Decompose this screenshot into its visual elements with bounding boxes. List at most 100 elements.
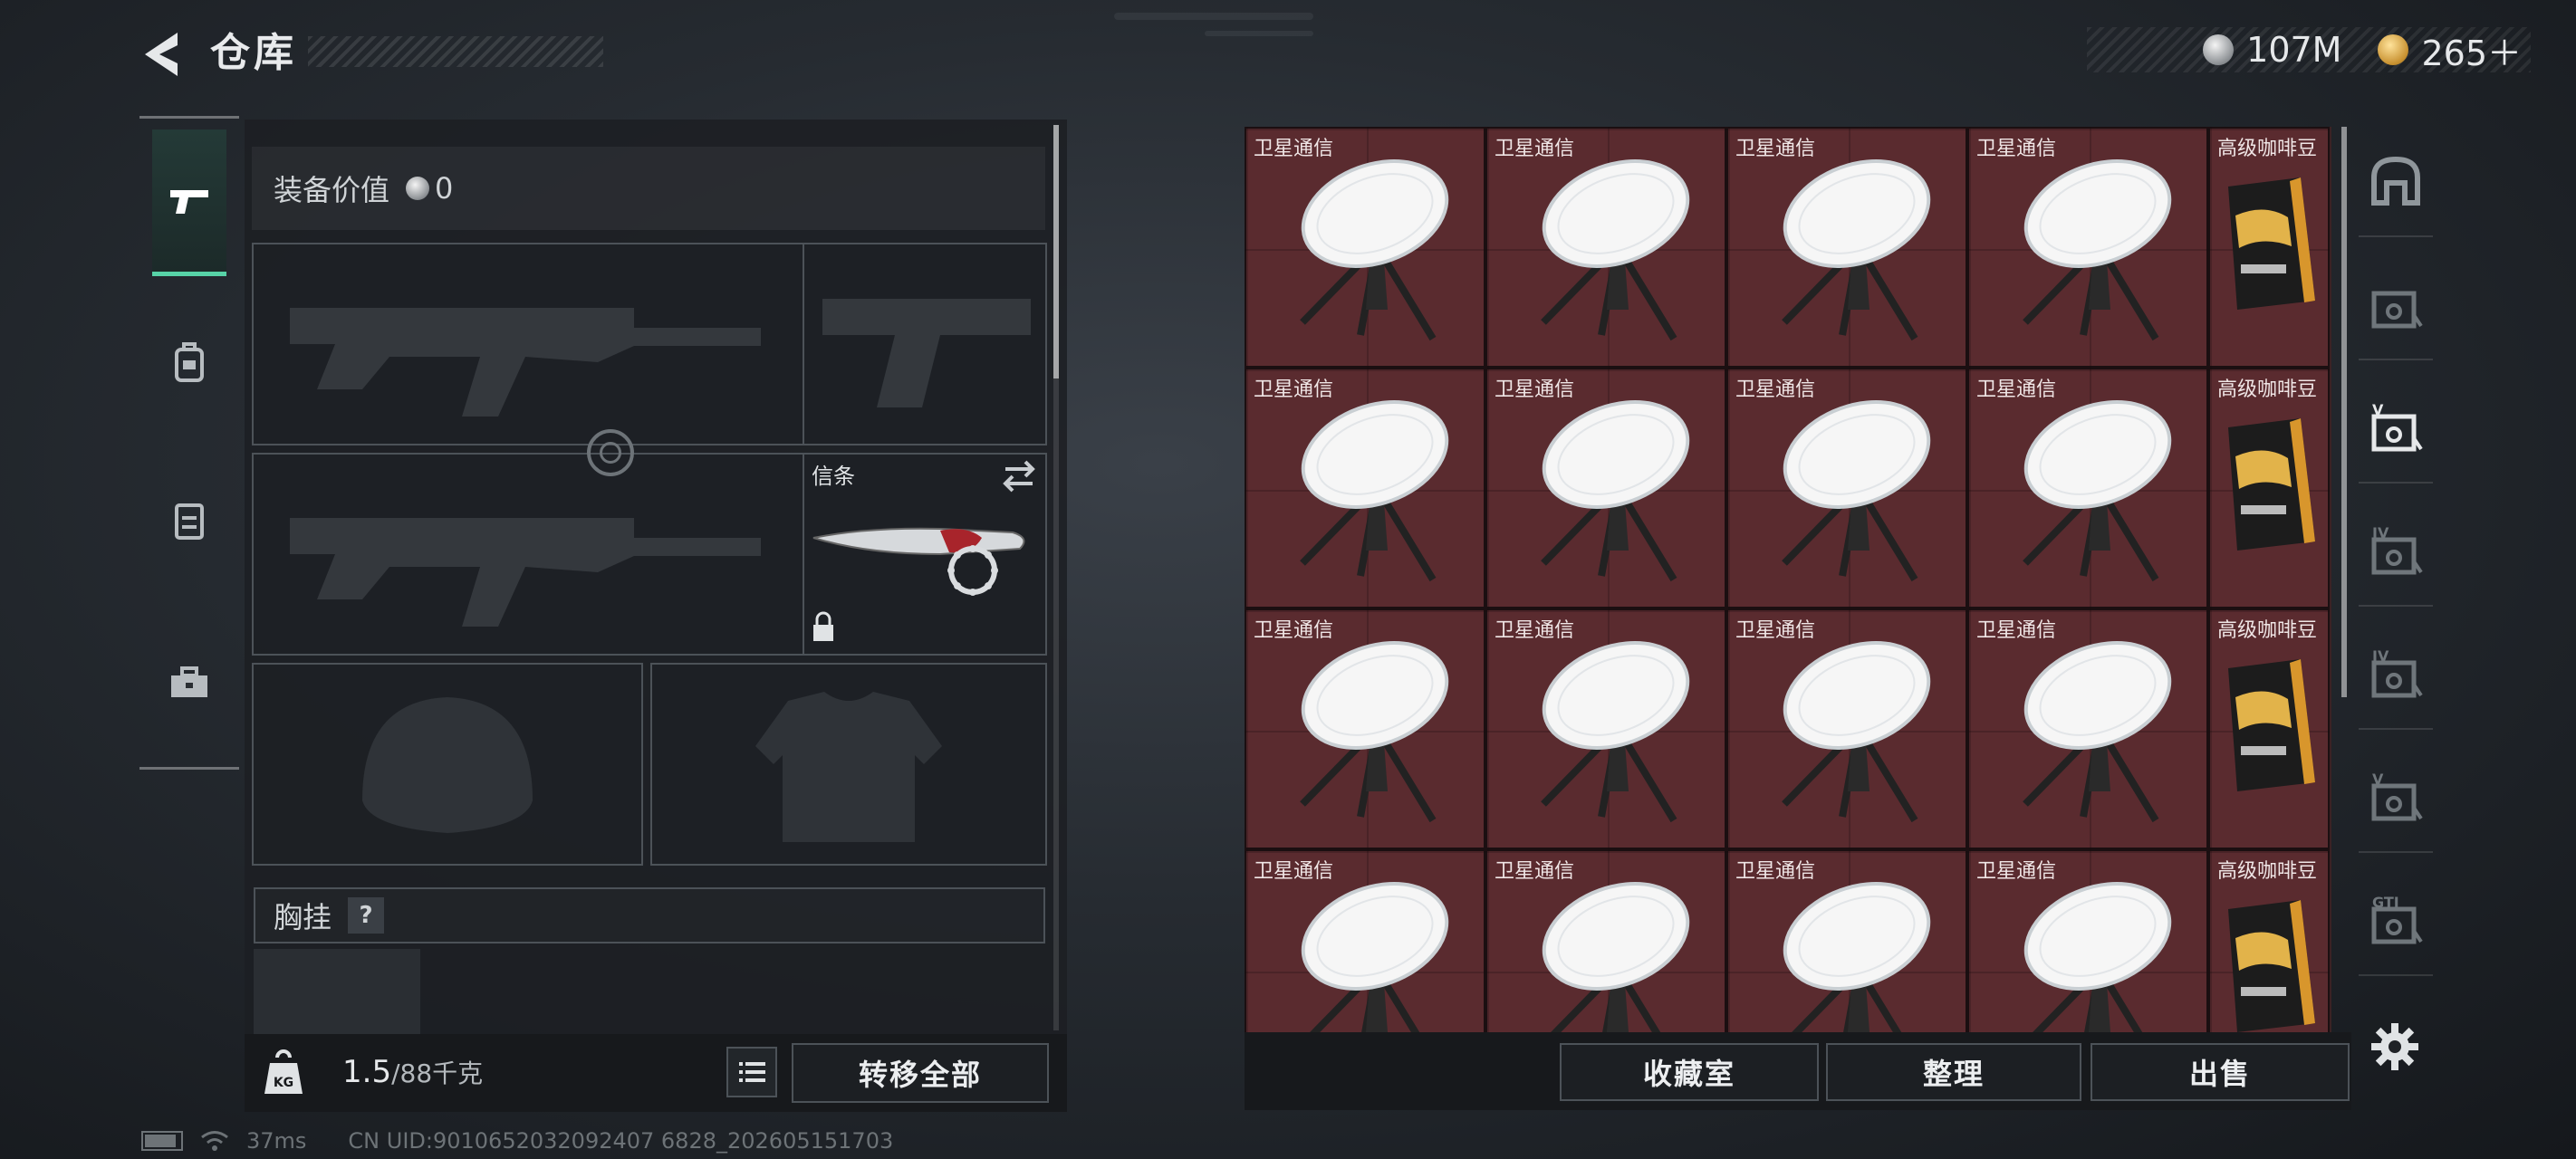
stash-item-satellite[interactable]: 卫星通信 <box>1967 368 2208 608</box>
item-name: 高级咖啡豆 <box>2217 138 2318 160</box>
settings-gear-icon[interactable] <box>2368 1020 2422 1074</box>
transfer-all-button[interactable]: 转移全部 <box>792 1043 1049 1103</box>
carry-weight-max: /88千克 <box>391 1058 484 1088</box>
stash-item-satellite[interactable]: 卫星通信 <box>1726 849 1967 1032</box>
item-name: 卫星通信 <box>1976 619 2057 642</box>
tab-vault-gti[interactable]: GTI <box>2359 866 2433 976</box>
helmet-slot[interactable] <box>252 663 643 866</box>
melee-slot[interactable]: 信条 <box>803 453 1047 656</box>
item-name: 卫星通信 <box>1495 378 1575 401</box>
item-name: 卫星通信 <box>1735 138 1816 160</box>
stash-item-satellite[interactable]: 卫星通信 <box>1967 849 2208 1032</box>
satellite-dish-icon <box>1782 641 1931 823</box>
stash-item-satellite[interactable]: 卫星通信 <box>1245 849 1485 1032</box>
vault-v-icon: V <box>2371 401 2423 452</box>
item-name: 卫星通信 <box>1495 619 1575 642</box>
item-name: 卫星通信 <box>1254 860 1334 883</box>
tab-vest[interactable] <box>152 446 226 593</box>
toolbox-icon <box>171 666 207 697</box>
stash-item-satellite[interactable]: 卫星通信 <box>1245 608 1485 849</box>
title-decoration <box>308 36 603 67</box>
stash-item-coffee[interactable]: 高级咖啡豆 <box>2208 368 2330 608</box>
satellite-dish-icon <box>2023 159 2172 341</box>
stash-grid: 卫星通信 卫星通信 卫星通信 卫星通信 高级咖啡豆 卫星通信 卫星通信 卫星通信 卫星通信 高级咖… <box>1245 127 2330 1032</box>
chest-rig-slot[interactable] <box>254 949 420 1036</box>
back-button[interactable] <box>136 27 190 81</box>
tab-tier-label: V <box>2372 771 2384 788</box>
stash-item-coffee[interactable]: 高级咖啡豆 <box>2208 608 2330 849</box>
page-title: 仓库 <box>210 30 297 76</box>
gold-amount[interactable]: 265＋ <box>2421 25 2522 75</box>
stash-item-satellite[interactable]: 卫星通信 <box>1967 608 2208 849</box>
sell-button[interactable]: 出售 <box>2091 1043 2350 1101</box>
background-streak <box>1205 31 1313 36</box>
stash-item-coffee[interactable]: 高级咖啡豆 <box>2208 849 2330 1032</box>
weight-footer: KG 1.5/88千克 转移全部 <box>245 1034 1067 1112</box>
satellite-dish-icon <box>1541 641 1690 823</box>
stash-item-coffee[interactable]: 高级咖啡豆 <box>2208 127 2330 368</box>
item-name: 卫星通信 <box>1976 860 2057 883</box>
tab-tier-label: V <box>2372 401 2384 418</box>
stash-item-satellite[interactable]: 卫星通信 <box>1245 368 1485 608</box>
collection-room-button[interactable]: 收藏室 <box>1560 1043 1819 1101</box>
secondary-weapon-slot[interactable] <box>252 453 804 656</box>
list-view-button[interactable] <box>726 1047 777 1097</box>
pistol-slot[interactable] <box>803 243 1047 445</box>
wifi-icon <box>201 1131 228 1151</box>
armor-box-icon <box>2371 156 2420 206</box>
gold-coin-icon <box>2378 34 2409 65</box>
helmet-silhouette-icon <box>362 697 533 833</box>
stash-item-satellite[interactable]: 卫星通信 <box>1967 127 2208 368</box>
stash-category-tabs: V IV IV V GTI <box>2359 127 2433 1023</box>
crate-icon <box>2371 291 2423 329</box>
item-name: 卫星通信 <box>1976 378 2057 401</box>
vault-iv-icon: IV <box>2371 524 2423 575</box>
carry-weight: 1.5/88千克 <box>342 1054 483 1090</box>
stash-item-satellite[interactable]: 卫星通信 <box>1726 127 1967 368</box>
silver-amount: 107M <box>2246 30 2342 70</box>
item-name: 卫星通信 <box>1735 619 1816 642</box>
backpack-icon <box>175 342 204 382</box>
vault-iv-b-icon: IV <box>2371 647 2423 698</box>
stash-item-satellite[interactable]: 卫星通信 <box>1485 127 1726 368</box>
tab-armor-box[interactable] <box>2359 127 2433 237</box>
stash-item-satellite[interactable]: 卫星通信 <box>1485 368 1726 608</box>
back-arrow-icon <box>145 33 178 76</box>
stash-item-satellite[interactable]: 卫星通信 <box>1245 127 1485 368</box>
stash-item-satellite[interactable]: 卫星通信 <box>1726 368 1967 608</box>
gear-value-label: 装备价值 <box>274 173 390 207</box>
currency-bar: 107M 265＋ <box>2087 25 2531 75</box>
primary-weapon-slot[interactable] <box>252 243 804 445</box>
silver-coin-icon <box>2203 34 2235 65</box>
scrollbar-thumb[interactable] <box>1053 125 1059 378</box>
weight-icon-text: KG <box>274 1076 293 1090</box>
chest-rig-header: 胸挂 ? <box>254 887 1045 943</box>
armor-slot[interactable] <box>650 663 1047 866</box>
stash-scrollbar[interactable] <box>2341 127 2347 697</box>
stash-item-satellite[interactable]: 卫星通信 <box>1485 608 1726 849</box>
loadout-scrollbar[interactable] <box>1053 125 1059 1030</box>
tab-toolbox[interactable] <box>152 609 226 756</box>
sort-button[interactable]: 整理 <box>1826 1043 2081 1101</box>
tab-crate[interactable] <box>2359 250 2433 360</box>
tab-weapons[interactable] <box>152 129 226 276</box>
tab-vault-iv[interactable]: IV <box>2359 496 2433 607</box>
tab-vault-iv-b[interactable]: IV <box>2359 619 2433 730</box>
loadout-panel: 装备价值 0 信条 胸挂 ? <box>245 120 1067 1036</box>
stash-item-satellite[interactable]: 卫星通信 <box>1726 608 1967 849</box>
satellite-dish-icon <box>1300 641 1449 823</box>
tab-tier-label: IV <box>2372 647 2389 665</box>
stash-item-satellite[interactable]: 卫星通信 <box>1485 849 1726 1032</box>
satellite-dish-icon <box>1782 159 1931 341</box>
pistol-icon <box>170 189 208 214</box>
uid-text: CN UID:9010652032092407 6828_20260515170… <box>348 1128 894 1154</box>
tab-vault-v-b[interactable]: V <box>2359 742 2433 853</box>
tab-backpack[interactable] <box>152 289 226 436</box>
help-icon[interactable]: ? <box>348 897 385 934</box>
stash-grid-panel: 卫星通信 卫星通信 卫星通信 卫星通信 高级咖啡豆 卫星通信 卫星通信 卫星通信 卫星通信 高级咖… <box>1245 127 2331 1032</box>
carry-weight-current: 1.5 <box>342 1054 392 1090</box>
coffee-bag-icon <box>2228 659 2315 791</box>
item-name: 卫星通信 <box>1254 378 1334 401</box>
list-icon <box>739 1062 765 1082</box>
tab-vault-v[interactable]: V <box>2359 373 2433 484</box>
